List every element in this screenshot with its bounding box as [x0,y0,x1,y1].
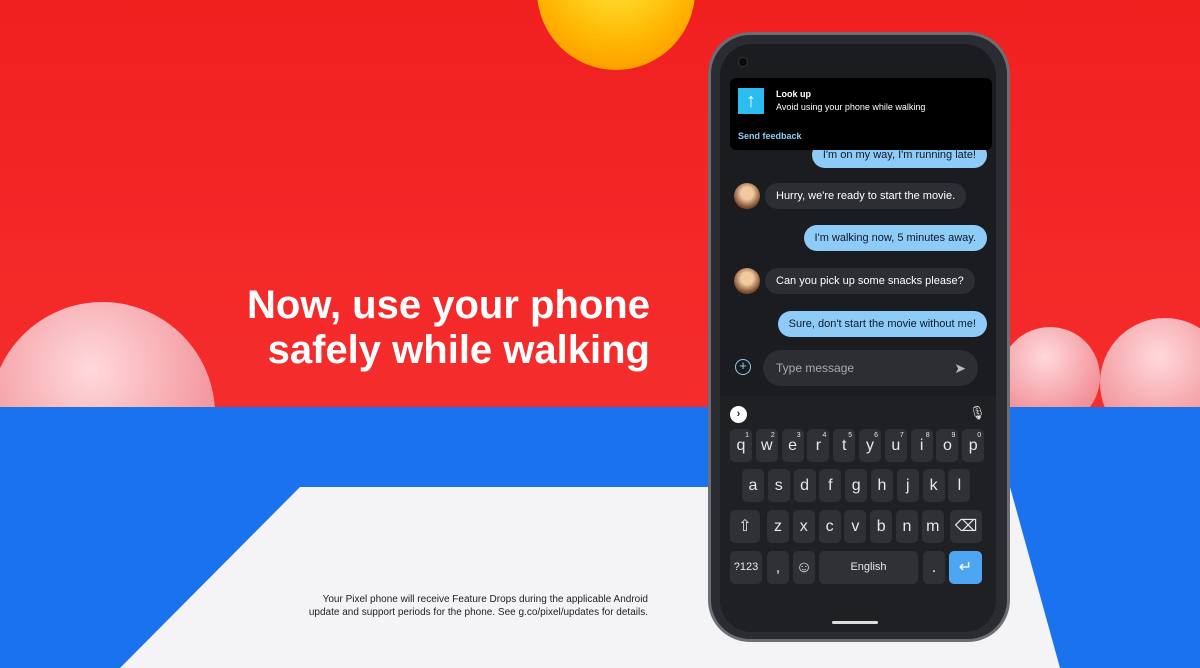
key-b[interactable]: b [870,510,893,543]
key-f[interactable]: f [819,469,842,502]
key-label: b [876,518,886,535]
shift-key[interactable]: ⇧ [730,510,760,543]
key-c[interactable]: c [818,510,841,543]
emoji-key[interactable]: ☺ [793,551,815,584]
headline-line: Now, use your phone [247,283,650,327]
key-j[interactable]: j [896,469,919,502]
key-v[interactable]: v [844,510,867,543]
key-i[interactable]: i8 [910,429,933,462]
arrow-up-icon: ↑ [738,88,764,114]
keyboard: › 🎙 q 1 w 2 e 3 r 4 t 5 y 6 u 7 i 8 o 9 p 0 a s d f g h j k l ⇧ z x c v b n… [720,396,996,632]
key-label: x [799,518,808,535]
key-label: z [774,518,782,535]
key-hint: 6 [874,432,878,439]
key-label: d [800,477,810,494]
notification-title: Look up [776,89,811,99]
message-received: Can you pick up some snacks please? [765,268,975,294]
key-label: c [825,518,834,535]
key-p[interactable]: p0 [962,429,985,462]
enter-key[interactable]: ↵ [949,551,982,584]
key-label: s [774,477,783,494]
key-label: k [929,477,938,494]
space-key[interactable]: English [819,551,918,584]
key-hint: 4 [822,432,827,439]
add-attachment-button[interactable]: + [735,359,751,375]
period-key[interactable]: . [923,551,945,584]
message-sent: Sure, don't start the movie without me! [777,311,987,337]
key-label: i [919,437,924,454]
key-hint: 0 [977,432,982,439]
send-icon[interactable]: ➤ [954,350,966,386]
key-label: , [775,559,781,576]
key-m[interactable]: m [921,510,944,543]
key-label: t [841,437,847,454]
headline: Now, use your phone safely while walking [180,283,650,373]
key-label: n [902,518,912,535]
key-hint: 5 [848,432,853,439]
key-y[interactable]: y6 [859,429,881,462]
key-s[interactable]: s [767,469,790,502]
key-hint: 2 [770,432,775,439]
key-label: l [957,477,962,494]
key-k[interactable]: k [922,469,945,502]
look-up-notification[interactable]: ↑ Look up Avoid using your phone while w… [730,78,992,150]
message-input[interactable]: Type message ➤ [763,350,978,386]
key-hint: 7 [899,432,904,439]
avatar [734,268,760,294]
key-z[interactable]: z [767,510,789,543]
notification-body: Avoid using your phone while walking [776,102,926,112]
key-u[interactable]: u7 [884,429,907,462]
message-placeholder: Type message [776,361,855,375]
key-g[interactable]: g [845,469,868,502]
key-x[interactable]: x [792,510,815,543]
comma-key[interactable]: , [767,551,789,584]
key-q[interactable]: q1 [730,429,752,462]
key-label: a [748,477,758,494]
key-w[interactable]: w2 [755,429,778,462]
key-r[interactable]: r4 [807,429,830,462]
key-label: h [877,477,887,494]
backspace-key[interactable]: ⌫ [950,510,982,543]
key-d[interactable]: d [793,469,816,502]
key-hint: 3 [796,432,801,439]
phone-screen: I'm on my way, I'm running late! ↑ Look … [720,44,996,632]
key-label: y [866,437,874,454]
message-received: Hurry, we're ready to start the movie. [765,183,967,209]
avatar [734,183,760,209]
home-indicator[interactable] [832,621,878,624]
key-label: English [850,561,887,573]
headline-line: safely while walking [267,328,650,372]
key-label: f [828,477,833,494]
symbols-key[interactable]: ?123 [730,551,762,584]
key-hint: 9 [951,432,956,439]
message-sent: I'm walking now, 5 minutes away. [803,225,987,251]
key-label: j [906,477,910,494]
key-label: r [815,437,822,454]
key-label: v [851,518,860,535]
key-l[interactable]: l [948,469,971,502]
key-t[interactable]: t5 [833,429,856,462]
key-hint: 1 [745,432,749,439]
key-h[interactable]: h [871,469,893,502]
disclaimer: Your Pixel phone will receive Feature Dr… [250,593,648,619]
key-n[interactable]: n [896,510,918,543]
key-label: . [931,559,937,576]
send-feedback-link[interactable]: Send feedback [738,131,802,141]
camera-icon [738,57,748,67]
disclaimer-line: Your Pixel phone will receive Feature Dr… [322,594,648,605]
key-e[interactable]: e3 [781,429,804,462]
key-hint: 8 [925,432,930,439]
key-label: g [851,477,861,494]
key-a[interactable]: a [742,469,764,502]
key-o[interactable]: o9 [936,429,959,462]
disclaimer-line: update and support periods for the phone… [308,607,648,618]
key-label: ?123 [733,561,759,573]
key-label: m [926,518,940,535]
